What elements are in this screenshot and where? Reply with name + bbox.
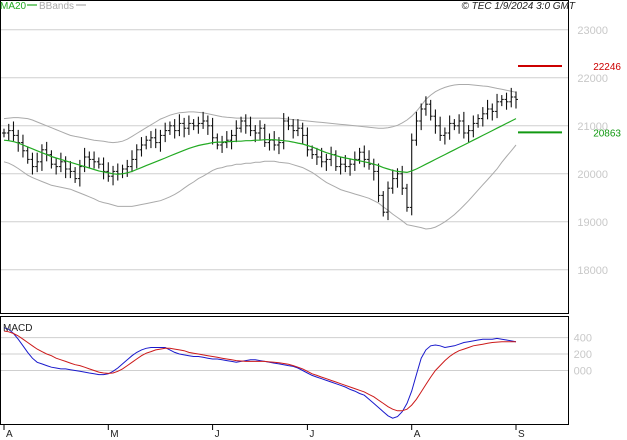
price-tick-label: 18000 — [577, 265, 608, 277]
month-label: J — [215, 429, 220, 440]
price-tick-label: 21000 — [577, 121, 608, 133]
level-label: 22246 — [593, 62, 621, 73]
price-tick-label: 19000 — [577, 217, 608, 229]
source-stamp: © TEC 1/9/2024 3:0 GMT — [461, 1, 575, 12]
month-label: A — [6, 429, 13, 440]
month-label: M — [110, 429, 118, 440]
x-axis-months: AMJJAS — [3, 424, 525, 440]
price-tick-label: 20000 — [577, 169, 608, 181]
macd-tick-label: 200 — [574, 349, 592, 361]
y-axis-labels: 23000 22000 21000 20000 19000 18000 400 200 000 — [574, 25, 608, 378]
price-tick-label: 22000 — [577, 73, 608, 85]
macd-title: MACD — [3, 323, 32, 334]
bbands-legend-label: BBands — [39, 1, 74, 12]
ma20-legend-label: MA20 — [0, 1, 27, 12]
macd-tick-label: 400 — [574, 333, 592, 345]
stock-chart: 2224620863 23000220002100020000190001800… — [0, 0, 621, 440]
month-label: S — [518, 429, 525, 440]
macd-tick-label: 000 — [574, 366, 592, 378]
month-label: A — [414, 429, 421, 440]
price-tick-label: 23000 — [577, 25, 608, 37]
month-label: J — [309, 429, 314, 440]
